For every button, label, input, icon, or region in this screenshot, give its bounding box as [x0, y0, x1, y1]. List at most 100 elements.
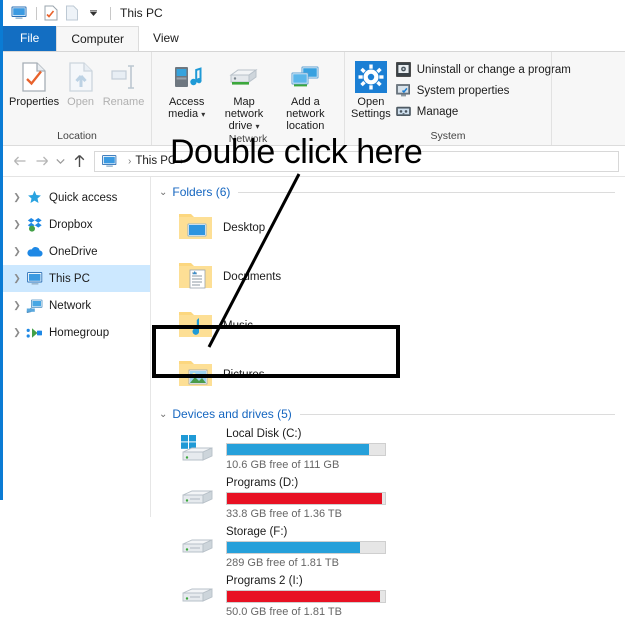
uninstall-program-label: Uninstall or change a program	[416, 63, 571, 76]
drive-usage-fill	[227, 493, 382, 504]
access-media-icon	[172, 60, 202, 94]
cloud-icon	[25, 243, 44, 260]
ribbon-tabs: File Computer View	[3, 26, 625, 52]
chevron-right-icon[interactable]: ❯	[9, 192, 25, 203]
open-button[interactable]: Open	[59, 57, 102, 108]
add-network-location-button[interactable]: Add a network location	[273, 57, 338, 132]
new-folder-icon[interactable]	[63, 4, 81, 22]
drive-icon	[177, 481, 217, 517]
drive-icon	[177, 530, 217, 566]
add-network-location-icon	[289, 60, 321, 94]
ribbon-group-network: Access media ▾ Map network drive ▾ Add a…	[151, 52, 344, 145]
this-pc-icon	[25, 270, 44, 287]
drives-section-header[interactable]: ⌄ Devices and drives (5)	[159, 407, 625, 421]
recent-locations-button[interactable]	[53, 150, 68, 172]
folder-documents-icon	[177, 259, 214, 295]
qat-separator-2	[110, 6, 111, 20]
title-bar: This PC	[3, 0, 625, 26]
breadcrumb-separator: ›	[128, 155, 132, 167]
chevron-right-icon[interactable]: ❯	[9, 327, 25, 338]
properties-label: Properties	[9, 96, 60, 108]
chevron-right-icon[interactable]: ❯	[9, 300, 25, 311]
open-settings-label: Open Settings	[351, 96, 391, 120]
homegroup-icon	[25, 324, 44, 341]
folder-item-desktop[interactable]: Desktop	[159, 203, 397, 252]
folder-label: Documents	[223, 270, 282, 283]
this-pc-icon	[100, 153, 119, 170]
system-properties-button[interactable]: System properties	[395, 80, 571, 101]
drive-free-space: 289 GB free of 1.81 TB	[226, 557, 339, 569]
sidebar-item-onedrive[interactable]: ❯ OneDrive	[3, 238, 150, 265]
ribbon-group-empty	[551, 52, 625, 145]
drives-section-title: Devices and drives (5)	[172, 407, 292, 421]
dropbox-icon	[25, 216, 44, 233]
chevron-down-icon[interactable]	[84, 4, 102, 22]
chevron-right-icon[interactable]: ❯	[9, 246, 25, 257]
add-network-location-label: Add a network location	[286, 96, 325, 132]
drive-free-space: 10.6 GB free of 111 GB	[226, 459, 340, 471]
manage-icon	[395, 103, 412, 120]
chevron-right-icon[interactable]: ❯	[9, 219, 25, 230]
star-icon	[25, 189, 44, 206]
tab-file[interactable]: File	[3, 26, 57, 51]
chevron-down-icon: ▾	[255, 122, 260, 131]
properties-icon	[21, 60, 47, 94]
drive-free-space: 33.8 GB free of 1.36 TB	[226, 508, 342, 520]
up-button[interactable]	[68, 150, 90, 172]
drive-usage-bar	[226, 492, 386, 505]
properties-icon[interactable]	[42, 4, 60, 22]
drive-item-storage-f[interactable]: Storage (F:) 289 GB free of 1.81 TB	[159, 523, 407, 572]
this-pc-icon[interactable]	[10, 4, 28, 22]
chevron-down-icon: ▾	[201, 110, 206, 119]
tab-view[interactable]: View	[139, 26, 193, 51]
folder-desktop-icon	[177, 210, 214, 246]
sidebar-label: Network	[49, 299, 92, 312]
section-divider	[238, 191, 615, 193]
ribbon-group-location-label: Location	[57, 130, 97, 142]
chevron-right-icon[interactable]: ❯	[9, 273, 25, 284]
ribbon-group-location: Properties Open Rename Location	[3, 52, 151, 145]
open-settings-button[interactable]: Open Settings	[351, 57, 391, 120]
drive-usage-bar	[226, 590, 386, 603]
chevron-down-icon[interactable]: ⌄	[159, 409, 167, 420]
explorer-window: This PC File Computer View Properties Op…	[0, 0, 625, 618]
map-network-drive-button[interactable]: Map network drive ▾	[215, 57, 272, 133]
properties-button[interactable]: Properties	[9, 57, 59, 108]
system-properties-icon	[395, 82, 412, 99]
sidebar-item-network[interactable]: ❯ Network	[3, 292, 150, 319]
quick-access-toolbar	[10, 4, 116, 22]
gear-icon	[354, 60, 388, 94]
drive-usage-bar	[226, 541, 386, 554]
sidebar-item-homegroup[interactable]: ❯ Homegroup	[3, 319, 150, 346]
drive-item-programs2-i[interactable]: Programs 2 (I:) 50.0 GB free of 1.81 TB	[159, 572, 407, 621]
drives-grid: Local Disk (C:) 10.6 GB free of 111 GB P…	[159, 425, 625, 621]
rename-label: Rename	[102, 96, 145, 108]
rename-button[interactable]: Rename	[102, 57, 145, 108]
manage-button[interactable]: Manage	[395, 101, 571, 122]
sidebar-item-dropbox[interactable]: ❯ Dropbox	[3, 211, 150, 238]
folders-section-title: Folders (6)	[172, 185, 231, 199]
ribbon: Properties Open Rename Location Access m…	[3, 52, 625, 146]
chevron-down-icon[interactable]: ⌄	[159, 187, 167, 198]
sidebar-item-quick-access[interactable]: ❯ Quick access	[3, 184, 150, 211]
access-media-button[interactable]: Access media ▾	[158, 57, 215, 121]
map-network-drive-icon	[227, 60, 261, 94]
folder-label: Desktop	[223, 221, 266, 234]
back-button[interactable]	[9, 150, 31, 172]
drive-usage-fill	[227, 542, 360, 553]
system-properties-label: System properties	[416, 84, 510, 97]
windows-drive-icon	[177, 432, 217, 468]
folder-item-documents[interactable]: Documents	[159, 252, 397, 301]
folders-section-header[interactable]: ⌄ Folders (6)	[159, 185, 625, 199]
sidebar-item-this-pc[interactable]: ❯ This PC	[3, 265, 150, 292]
drive-icon	[177, 579, 217, 615]
annotation-highlight-box	[152, 325, 400, 378]
drive-usage-bar	[226, 443, 386, 456]
uninstall-program-button[interactable]: Uninstall or change a program	[395, 59, 571, 80]
drive-item-programs-d[interactable]: Programs (D:) 33.8 GB free of 1.36 TB	[159, 474, 407, 523]
window-title: This PC	[120, 6, 163, 20]
forward-button[interactable]	[31, 150, 53, 172]
tab-computer[interactable]: Computer	[56, 26, 140, 51]
open-icon	[68, 60, 94, 94]
drive-item-local-disk-c[interactable]: Local Disk (C:) 10.6 GB free of 111 GB	[159, 425, 407, 474]
